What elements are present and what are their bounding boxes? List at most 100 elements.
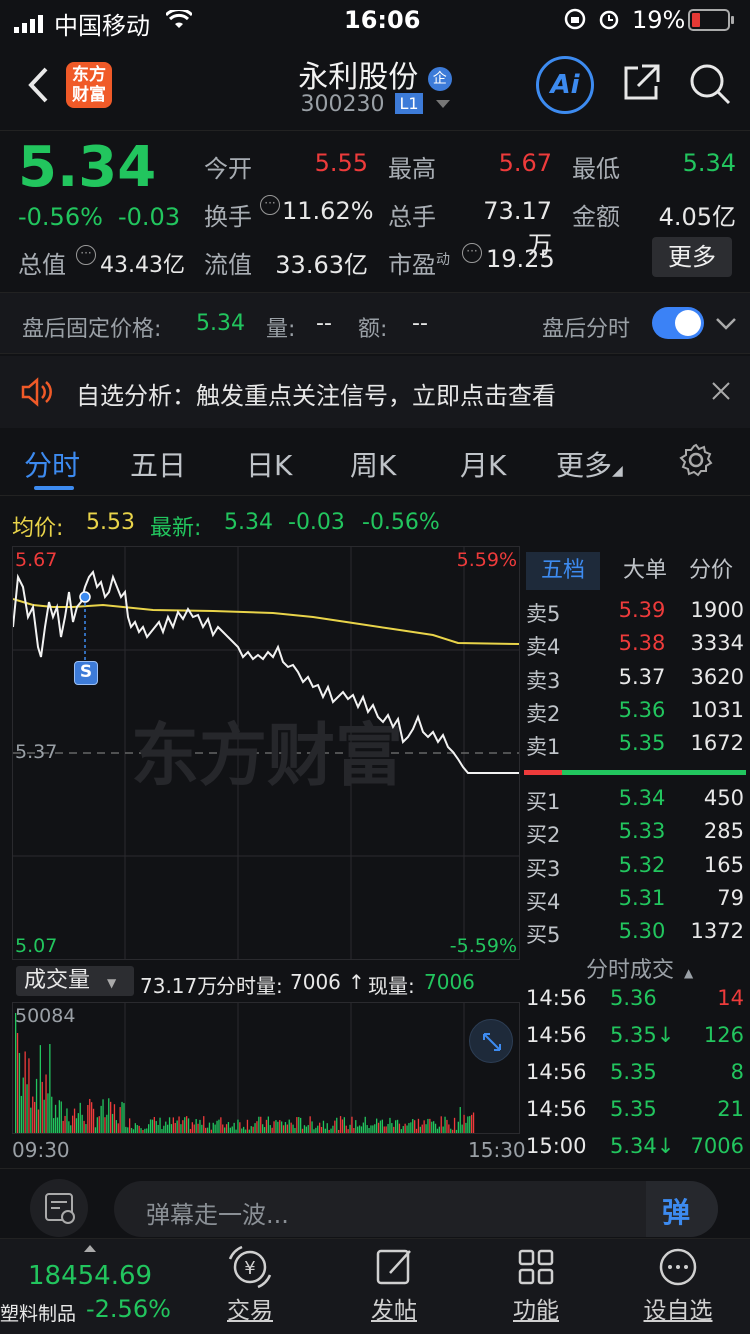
- ask-row[interactable]: 卖5 5.39 1900: [522, 594, 750, 627]
- tab-intraday[interactable]: 分时: [24, 444, 80, 484]
- comment-list-icon[interactable]: [30, 1179, 88, 1237]
- settings-gear-icon[interactable]: [678, 442, 714, 482]
- search-icon[interactable]: [688, 62, 732, 110]
- ask-row[interactable]: 卖2 5.36 1031: [522, 694, 750, 727]
- book-tab-large[interactable]: 大单: [608, 552, 682, 590]
- volume-bar: [415, 1128, 418, 1133]
- tick-time: 14:56: [526, 1097, 587, 1121]
- mktcap-info-icon[interactable]: ···: [76, 245, 96, 265]
- volume-bar: [400, 1129, 402, 1133]
- volume-selector[interactable]: 成交量 ▼: [16, 966, 134, 996]
- book-tab-price[interactable]: 分价: [674, 552, 748, 590]
- volume-bar: [248, 1129, 250, 1133]
- tick-price: 5.34↓: [610, 1134, 675, 1158]
- ask-row[interactable]: 卖3 5.37 3620: [522, 661, 750, 694]
- signal-point[interactable]: [79, 591, 91, 603]
- volume-bar: [313, 1129, 315, 1133]
- signal-icon: [14, 11, 48, 39]
- volume-bar: [161, 1129, 163, 1133]
- volume-bar: [262, 1124, 264, 1133]
- low-label: 最低: [572, 155, 620, 183]
- volume-bar: [195, 1119, 197, 1133]
- volume-bar: [167, 1124, 169, 1133]
- expand-chart-icon[interactable]: [469, 1019, 513, 1063]
- volume-bar: [376, 1118, 378, 1133]
- volume-bar: [296, 1117, 298, 1133]
- share-icon[interactable]: [620, 62, 662, 108]
- volume-bar: [339, 1116, 342, 1133]
- bid-ask-ratio-bar: [524, 770, 746, 775]
- volume-bar: [396, 1119, 399, 1133]
- volume-bar: [338, 1129, 340, 1133]
- x-axis-end: 15:30: [468, 1138, 526, 1162]
- ask-row[interactable]: 卖1 5.35 1672: [522, 727, 750, 760]
- after-hours-toggle[interactable]: [652, 307, 704, 339]
- volume-bar: [273, 1121, 275, 1133]
- bid-price: 5.31: [618, 885, 666, 910]
- volume-bar: [269, 1125, 271, 1133]
- alert-banner[interactable]: 自选分析：触发重点关注信号，立即点击查看: [0, 356, 750, 428]
- nav-functions[interactable]: 功能: [476, 1239, 596, 1324]
- volume-bar: [243, 1126, 245, 1133]
- tab-daily-k[interactable]: 日K: [246, 444, 292, 484]
- pe-info-icon[interactable]: ···: [462, 243, 482, 263]
- volume-bar: [360, 1126, 363, 1133]
- volume-bar: [410, 1122, 412, 1133]
- tab-more[interactable]: 更多◢: [556, 444, 623, 484]
- bid-row[interactable]: 买5 5.30 1372: [522, 915, 750, 948]
- close-icon[interactable]: [710, 380, 732, 408]
- volume-bar: [364, 1116, 366, 1133]
- volume-bar: [324, 1128, 326, 1133]
- chevron-down-icon[interactable]: [714, 313, 738, 338]
- volume-bar: [334, 1120, 336, 1133]
- volume-bar: [20, 1095, 22, 1133]
- volume-bar: [298, 1117, 300, 1133]
- tab-five-day[interactable]: 五日: [130, 444, 186, 484]
- index-ticker[interactable]: 18454.69 塑料制品 -2.56%: [0, 1239, 200, 1334]
- volume-bar: [362, 1122, 364, 1133]
- signal-s-badge[interactable]: S: [74, 661, 98, 685]
- bid-row[interactable]: 买1 5.34 450: [522, 782, 750, 815]
- ask-volume: 3334: [690, 631, 744, 656]
- tab-weekly-k[interactable]: 周K: [350, 444, 396, 484]
- bid-row[interactable]: 买4 5.31 79: [522, 882, 750, 915]
- danmu-input[interactable]: 弹幕走一波... 弹: [114, 1181, 718, 1237]
- volume-bar: [431, 1121, 433, 1133]
- volume-bar: [433, 1121, 435, 1133]
- more-button[interactable]: 更多: [652, 237, 732, 277]
- volume-bar: [132, 1129, 135, 1133]
- turnover-info-icon[interactable]: ···: [260, 195, 280, 215]
- volume-bar: [111, 1113, 114, 1133]
- toggle-knob: [675, 310, 701, 336]
- bid-row[interactable]: 买2 5.33 285: [522, 815, 750, 848]
- bid-row[interactable]: 买3 5.32 165: [522, 849, 750, 882]
- enterprise-badge: 企: [427, 67, 452, 91]
- volume-bar: [62, 1120, 64, 1133]
- after-hours-vol: --: [316, 311, 332, 336]
- book-tab-five[interactable]: 五档: [526, 552, 600, 590]
- volume-chart[interactable]: 50084: [12, 1002, 520, 1134]
- volume-bar: [404, 1123, 406, 1133]
- intraday-chart[interactable]: 东方财富 5.67 5.37 5.07 5.59% -5.59% S: [12, 546, 520, 960]
- ask-row[interactable]: 卖4 5.38 3334: [522, 627, 750, 660]
- tab-monthly-k[interactable]: 月K: [460, 444, 506, 484]
- volume-bar: [212, 1122, 214, 1133]
- volume-bar: [305, 1126, 307, 1133]
- tick-list[interactable]: 分时成交 ▲ 14:56 5.36 14 14:56 5.35↓ 126 14:56 5.35 8…: [522, 948, 750, 1164]
- nav-post[interactable]: 发帖: [334, 1239, 454, 1324]
- ai-button[interactable]: Ai: [536, 56, 594, 114]
- volume-bar: [294, 1128, 296, 1133]
- ask-level-label: 卖4: [526, 635, 561, 660]
- latest-label: 最新:: [150, 516, 202, 541]
- volume-bar: [381, 1119, 383, 1133]
- quote-panel: 5.34 -0.56% -0.03 总值 ··· 43.43亿 今开 5.55 …: [0, 130, 750, 290]
- volume-bar: [406, 1125, 408, 1133]
- more-dots-icon: [659, 1248, 697, 1286]
- volume-total: 73.17万: [140, 974, 218, 998]
- danmu-toggle-button[interactable]: 弹: [646, 1181, 718, 1237]
- nav-trade[interactable]: ¥ 交易: [190, 1239, 310, 1324]
- after-hours-label: 盘后固定价格:: [22, 317, 162, 342]
- volume-bar: [459, 1107, 461, 1133]
- volume-bar: [448, 1124, 450, 1133]
- nav-add-watchlist[interactable]: 设自选: [618, 1239, 738, 1324]
